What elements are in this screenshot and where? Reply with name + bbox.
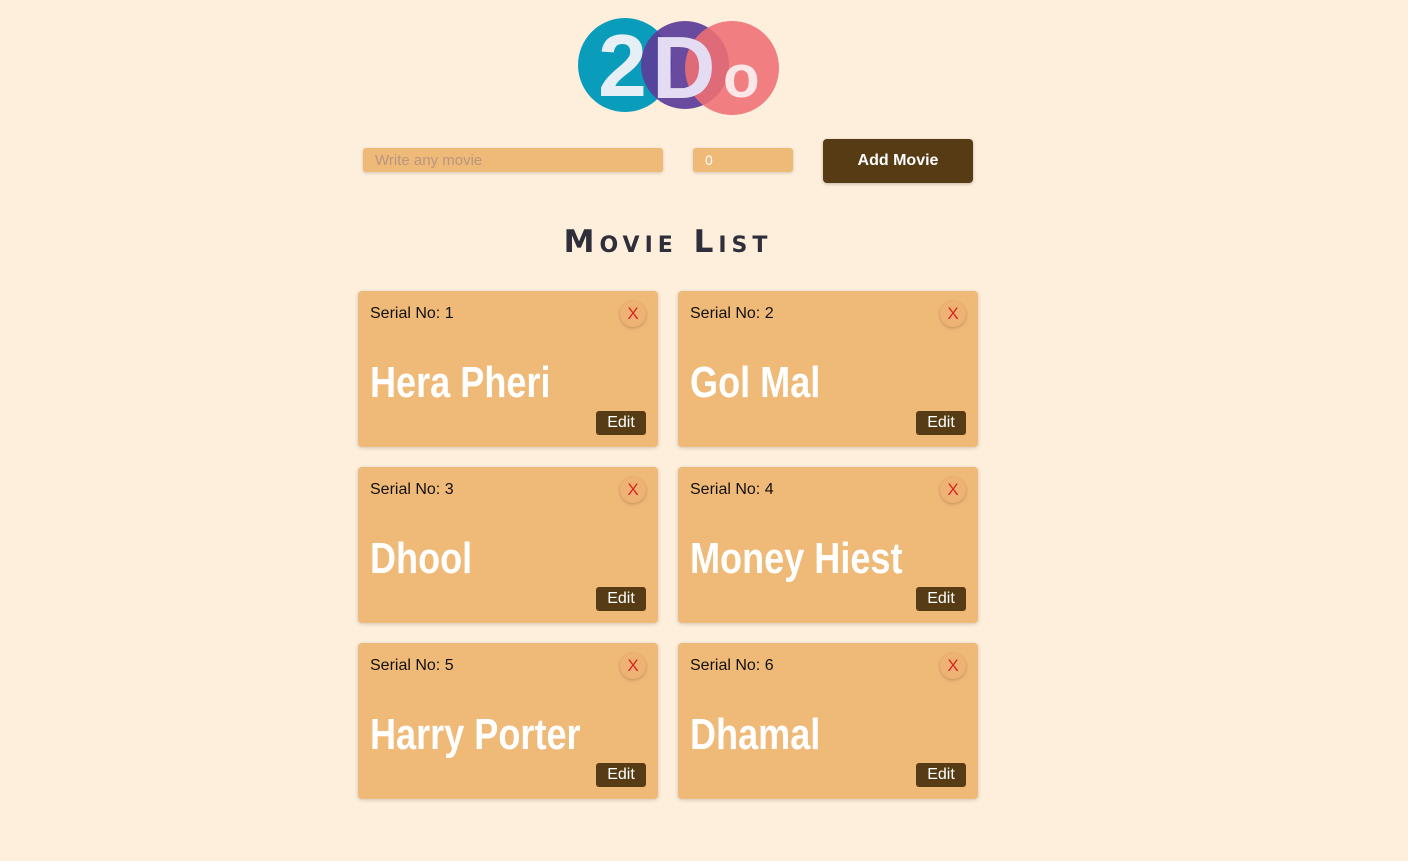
serial-number-input[interactable] xyxy=(693,148,793,172)
delete-button[interactable]: X xyxy=(940,477,966,503)
movie-card: Serial No: 2 X Gol Mal Edit xyxy=(678,291,978,447)
movie-title: Dhamal xyxy=(690,710,821,759)
movie-card: Serial No: 3 X Dhool Edit xyxy=(358,467,658,623)
serial-label: Serial No: 6 xyxy=(690,657,774,674)
serial-label: Serial No: 1 xyxy=(370,305,454,322)
delete-button[interactable]: X xyxy=(620,653,646,679)
movie-list-title: Movie List xyxy=(563,224,773,260)
serial-label: Serial No: 4 xyxy=(690,481,774,498)
movie-title: Harry Porter xyxy=(370,710,581,759)
movie-card: Serial No: 4 X Money Hiest Edit xyxy=(678,467,978,623)
logo-letter-2: 2 xyxy=(598,16,647,115)
movie-title: Gol Mal xyxy=(690,358,821,407)
movie-title: Dhool xyxy=(370,534,473,583)
logo-2do: 2 D o xyxy=(578,16,779,116)
add-movie-button[interactable]: Add Movie xyxy=(823,139,973,183)
serial-label: Serial No: 2 xyxy=(690,305,774,322)
edit-button[interactable]: Edit xyxy=(916,587,966,611)
movie-name-input[interactable] xyxy=(363,148,663,172)
movie-title: Hera Pheri xyxy=(370,358,551,407)
movie-card-grid: Serial No: 1 X Hera Pheri Edit Serial No… xyxy=(358,291,978,799)
serial-label: Serial No: 5 xyxy=(370,657,454,674)
delete-button[interactable]: X xyxy=(940,653,966,679)
logo-letter-d: D xyxy=(652,18,716,116)
delete-button[interactable]: X xyxy=(620,301,646,327)
edit-button[interactable]: Edit xyxy=(596,763,646,787)
edit-button[interactable]: Edit xyxy=(596,411,646,435)
edit-button[interactable]: Edit xyxy=(916,763,966,787)
edit-button[interactable]: Edit xyxy=(596,587,646,611)
serial-label: Serial No: 3 xyxy=(370,481,454,498)
movie-title: Money Hiest xyxy=(690,534,903,583)
delete-button[interactable]: X xyxy=(620,477,646,503)
movie-card: Serial No: 6 X Dhamal Edit xyxy=(678,643,978,799)
movie-card: Serial No: 1 X Hera Pheri Edit xyxy=(358,291,658,447)
delete-button[interactable]: X xyxy=(940,301,966,327)
page: 2 D o Add Movie Movie List Serial No: 1 … xyxy=(0,0,1408,861)
movie-card: Serial No: 5 X Harry Porter Edit xyxy=(358,643,658,799)
edit-button[interactable]: Edit xyxy=(916,411,966,435)
logo-letter-o: o xyxy=(723,43,760,110)
